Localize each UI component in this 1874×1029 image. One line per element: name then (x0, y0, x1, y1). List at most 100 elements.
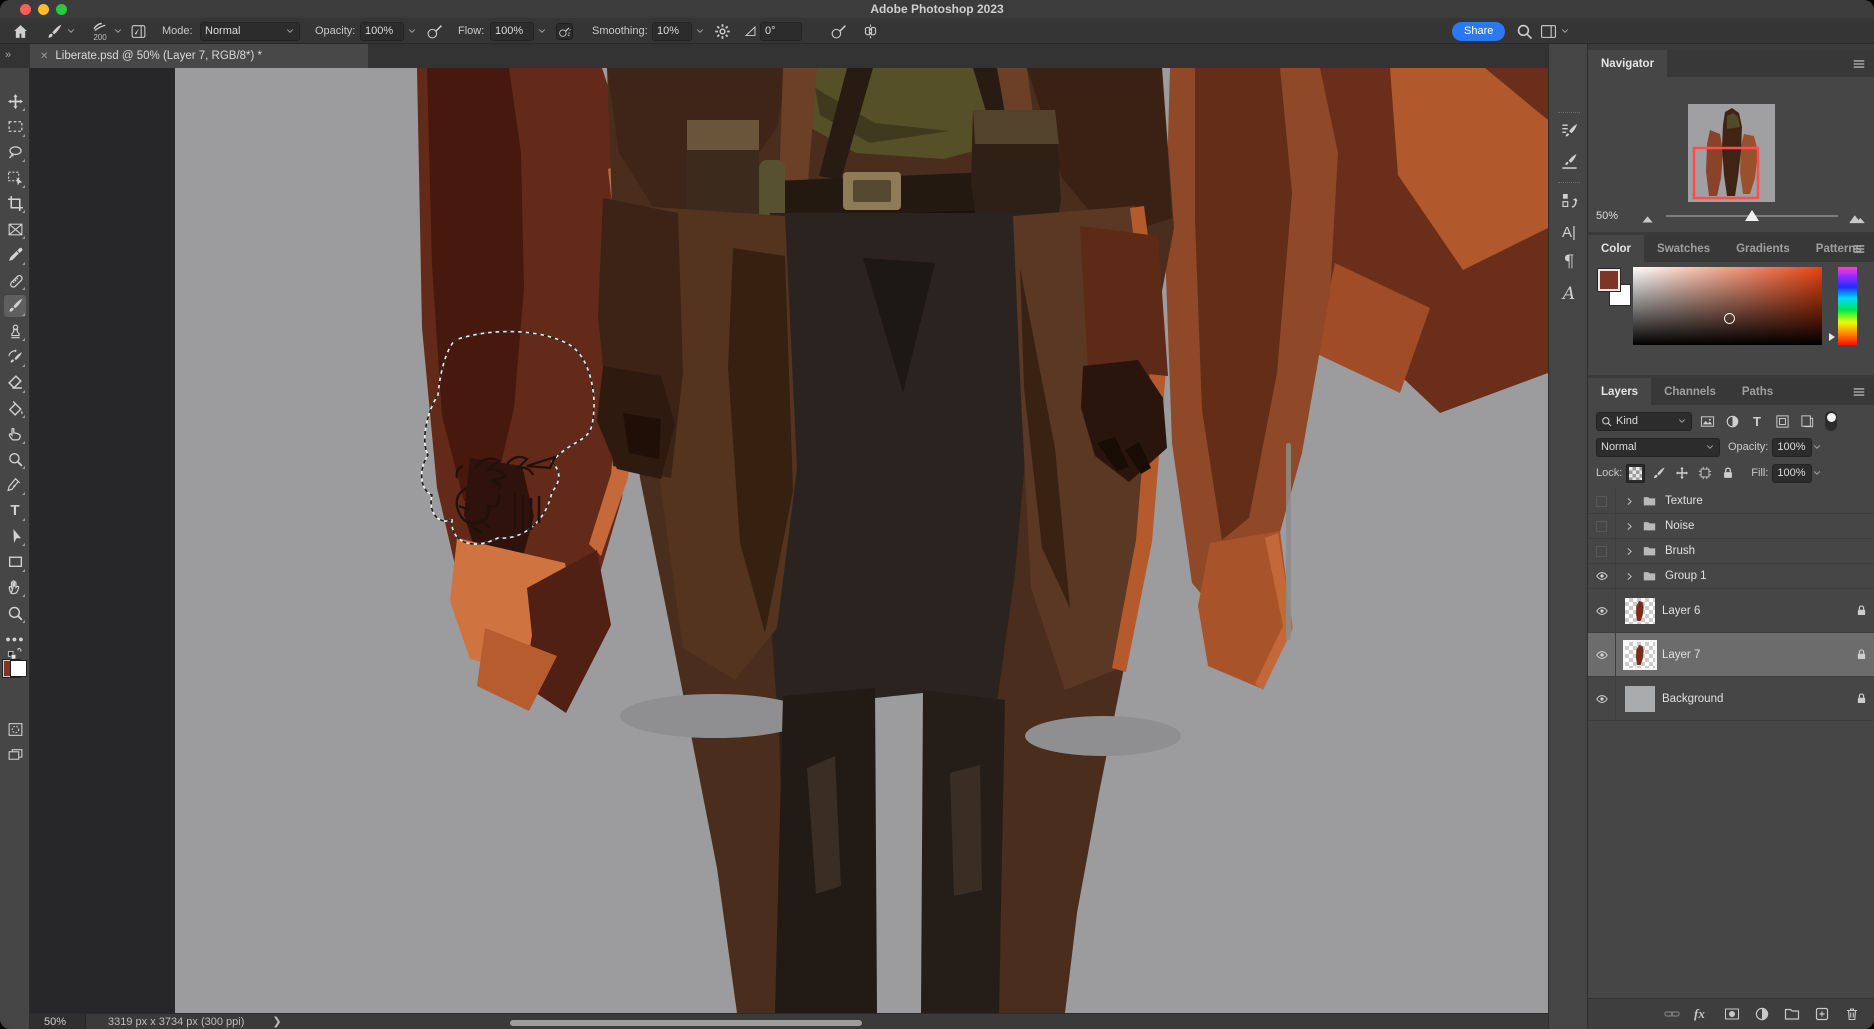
fill-select[interactable]: 100% (1772, 463, 1813, 483)
zoom-out-icon[interactable] (1638, 209, 1656, 223)
filter-adjustment-icon[interactable] (1722, 412, 1742, 430)
eyedropper-tool[interactable] (4, 244, 26, 266)
frame-tool[interactable] (4, 218, 26, 240)
paragraph-panel-icon[interactable]: ¶ (1557, 250, 1581, 274)
navigator-zoom-slider[interactable] (1666, 210, 1838, 221)
workspace-icon[interactable] (1540, 23, 1557, 40)
zoom-in-icon[interactable] (1848, 209, 1866, 224)
background-color-swatch[interactable] (10, 660, 27, 677)
chevron-down-icon[interactable] (1812, 468, 1822, 478)
visibility-empty-box[interactable] (1588, 514, 1616, 538)
layer-opacity-select[interactable]: 100% (1772, 437, 1813, 457)
delete-layer-icon[interactable] (1844, 1006, 1860, 1022)
link-layers-icon[interactable] (1664, 1006, 1680, 1022)
pressure-opacity-icon[interactable] (426, 23, 443, 40)
adjustment-layer-icon[interactable] (1754, 1006, 1770, 1022)
slider-thumb[interactable] (1745, 210, 1760, 221)
history-brush-tool[interactable] (4, 346, 26, 368)
paint-bucket-tool[interactable] (4, 397, 26, 419)
crop-tool[interactable] (4, 192, 26, 214)
lock-paint-button[interactable] (1649, 464, 1668, 483)
new-layer-icon[interactable] (1814, 1006, 1830, 1022)
visibility-eye-icon[interactable] (1588, 589, 1616, 632)
smudge-tool[interactable] (4, 423, 26, 445)
layer-thumbnail[interactable] (1625, 685, 1655, 712)
filter-smart-object-icon[interactable] (1797, 412, 1817, 430)
tab-paths[interactable]: Paths (1729, 378, 1786, 405)
layer-row-group-1[interactable]: Group 1 (1588, 564, 1874, 589)
brush-angle-field[interactable]: 0° (760, 21, 802, 41)
foreground-color-swatch[interactable] (1597, 268, 1621, 292)
quick-mask-mode-button[interactable] (4, 718, 26, 740)
opacity-select[interactable]: 100% (360, 21, 404, 41)
brush-settings-panel-icon[interactable] (1557, 118, 1581, 142)
path-selection-tool[interactable] (4, 525, 26, 547)
color-picker-ring[interactable] (1724, 313, 1735, 324)
layer-blend-mode-select[interactable]: Normal (1596, 437, 1720, 457)
smoothing-select[interactable]: 10% (652, 21, 692, 41)
chevron-down-icon[interactable] (537, 26, 547, 36)
filter-shape-icon[interactable] (1772, 412, 1792, 430)
filter-toggle[interactable] (1825, 411, 1837, 431)
lock-all-button[interactable] (1718, 464, 1737, 483)
airbrush-icon[interactable] (556, 22, 573, 40)
tab-swatches[interactable]: Swatches (1644, 235, 1723, 262)
type-tool[interactable]: T (4, 500, 26, 522)
panel-menu-icon[interactable] (1852, 242, 1866, 256)
add-layer-mask-icon[interactable] (1724, 1006, 1740, 1022)
smoothing-gear-icon[interactable] (714, 23, 731, 40)
layer-row-brush[interactable]: Brush (1588, 539, 1874, 564)
clone-source-panel-icon[interactable] (1557, 188, 1581, 212)
layer-row-layer-7[interactable]: Layer 7 (1588, 633, 1874, 677)
clone-stamp-tool[interactable] (4, 320, 26, 342)
filter-type-icon[interactable]: T (1747, 412, 1767, 430)
chevron-down-icon[interactable] (1812, 442, 1822, 452)
tab-color[interactable]: Color (1588, 235, 1645, 262)
panel-menu-icon[interactable] (1852, 57, 1866, 71)
layer-row-texture[interactable]: Texture (1588, 489, 1874, 514)
tab-navigator[interactable]: Navigator (1588, 50, 1668, 77)
brush-preset-picker[interactable]: 200 (90, 20, 110, 42)
chevron-down-icon[interactable] (1560, 26, 1570, 36)
zoom-tool[interactable] (4, 602, 26, 624)
home-icon[interactable] (12, 23, 29, 40)
rectangle-tool[interactable] (4, 551, 26, 573)
symmetry-icon[interactable] (862, 23, 879, 40)
screen-mode-button[interactable] (4, 744, 26, 766)
chevron-down-icon[interactable] (407, 26, 417, 36)
move-tool[interactable] (4, 90, 26, 112)
search-icon[interactable] (1516, 23, 1533, 40)
pressure-size-icon[interactable] (830, 23, 847, 40)
lock-transparency-button[interactable] (1626, 463, 1646, 483)
flow-select[interactable]: 100% (490, 21, 534, 41)
spot-healing-brush-tool[interactable] (4, 269, 26, 291)
layer-row-layer-6[interactable]: Layer 6 (1588, 589, 1874, 633)
layer-row-noise[interactable]: Noise (1588, 514, 1874, 539)
hue-strip[interactable] (1838, 267, 1857, 345)
tab-layers[interactable]: Layers (1588, 378, 1652, 405)
pen-tool[interactable] (4, 474, 26, 496)
chevron-down-icon[interactable] (66, 26, 76, 36)
visibility-eye-icon[interactable] (1588, 677, 1616, 720)
visibility-empty-box[interactable] (1588, 489, 1616, 513)
horizontal-scrollbar[interactable] (510, 1020, 862, 1026)
lock-artboard-button[interactable] (1695, 464, 1714, 483)
brushes-panel-icon[interactable] (1557, 149, 1581, 173)
visibility-empty-box[interactable] (1588, 539, 1616, 563)
status-chevron-icon[interactable]: ❯ (272, 1015, 281, 1028)
tab-channels[interactable]: Channels (1651, 378, 1729, 405)
layer-style-fx-icon[interactable]: fx (1694, 1006, 1710, 1022)
layer-thumbnail[interactable] (1625, 597, 1655, 624)
navigator-zoom-field[interactable]: 50% (1596, 210, 1638, 222)
layer-thumbnail[interactable] (1623, 639, 1657, 670)
brush-tool[interactable] (4, 294, 26, 317)
panel-menu-icon[interactable] (1852, 385, 1866, 399)
hand-tool[interactable] (4, 576, 26, 598)
new-group-icon[interactable] (1784, 1006, 1800, 1022)
status-zoom-field[interactable]: 50% (30, 1014, 86, 1029)
toggle-brush-settings-icon[interactable] (130, 23, 147, 40)
visibility-eye-icon[interactable] (1588, 564, 1616, 588)
eraser-tool[interactable] (4, 372, 26, 394)
share-button[interactable]: Share (1452, 21, 1506, 41)
toolbar-expand-icon[interactable]: » (5, 49, 11, 61)
